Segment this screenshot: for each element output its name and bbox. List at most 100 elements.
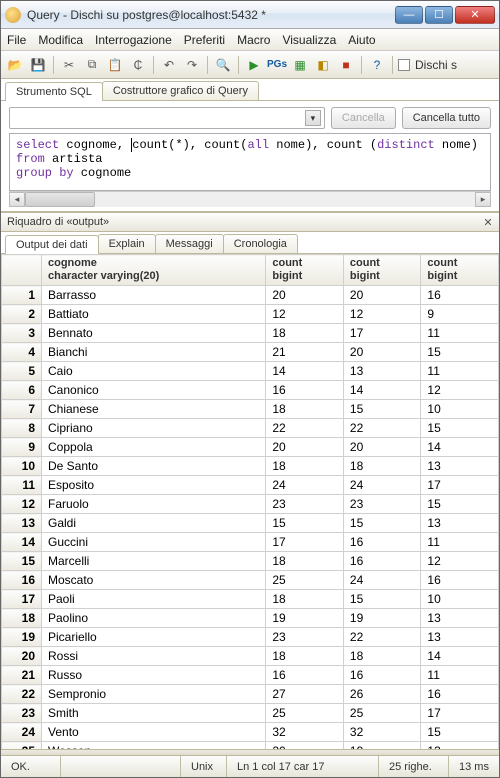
cell-count[interactable]: 10 <box>421 400 499 419</box>
cell-count[interactable]: 12 <box>266 305 344 324</box>
row-header[interactable]: 14 <box>2 533 42 552</box>
row-header[interactable]: 9 <box>2 438 42 457</box>
scroll-thumb[interactable] <box>25 192 95 207</box>
cell-count[interactable]: 18 <box>266 590 344 609</box>
row-header[interactable]: 21 <box>2 666 42 685</box>
undo-icon[interactable]: ↶ <box>159 55 179 75</box>
table-row[interactable]: 24Vento323215 <box>2 723 499 742</box>
history-combo[interactable]: ▾ <box>9 107 325 129</box>
table-row[interactable]: 5Caio141311 <box>2 362 499 381</box>
menu-query[interactable]: Interrogazione <box>95 33 172 47</box>
cell-count[interactable]: 22 <box>343 419 421 438</box>
cell-cognome[interactable]: Picariello <box>42 628 266 647</box>
cell-count[interactable]: 14 <box>421 438 499 457</box>
cell-count[interactable]: 13 <box>421 628 499 647</box>
cell-count[interactable]: 14 <box>421 647 499 666</box>
dropdown-icon[interactable]: ▾ <box>305 110 321 126</box>
tab-history[interactable]: Cronologia <box>223 234 298 253</box>
table-row[interactable]: 2Battiato12129 <box>2 305 499 324</box>
cell-count[interactable]: 20 <box>266 438 344 457</box>
cell-count[interactable]: 32 <box>266 723 344 742</box>
table-row[interactable]: 21Russo161611 <box>2 666 499 685</box>
row-header[interactable]: 15 <box>2 552 42 571</box>
cell-count[interactable]: 19 <box>343 609 421 628</box>
cell-cognome[interactable]: Bianchi <box>42 343 266 362</box>
cell-count[interactable]: 23 <box>343 495 421 514</box>
cell-cognome[interactable]: De Santo <box>42 457 266 476</box>
table-row[interactable]: 10De Santo181813 <box>2 457 499 476</box>
table-row[interactable]: 20Rossi181814 <box>2 647 499 666</box>
row-header[interactable]: 20 <box>2 647 42 666</box>
sql-editor[interactable]: select cognome, count(*), count(all nome… <box>9 133 491 191</box>
cell-count[interactable]: 15 <box>343 400 421 419</box>
menu-edit[interactable]: Modifica <box>38 33 83 47</box>
cell-count[interactable]: 13 <box>421 609 499 628</box>
cancel-exec-icon[interactable]: ■ <box>336 55 356 75</box>
row-header[interactable]: 11 <box>2 476 42 495</box>
menu-macros[interactable]: Macro <box>237 33 270 47</box>
cell-cognome[interactable]: Chianese <box>42 400 266 419</box>
cell-count[interactable]: 10 <box>421 590 499 609</box>
cell-count[interactable]: 22 <box>266 419 344 438</box>
cell-count[interactable]: 13 <box>421 514 499 533</box>
cell-cognome[interactable]: Canonico <box>42 381 266 400</box>
cell-count[interactable]: 23 <box>266 495 344 514</box>
execute-icon[interactable]: ▶ <box>244 55 264 75</box>
table-row[interactable]: 13Galdi151513 <box>2 514 499 533</box>
cell-count[interactable]: 18 <box>266 324 344 343</box>
cell-cognome[interactable]: Guccini <box>42 533 266 552</box>
find-icon[interactable]: 🔍 <box>213 55 233 75</box>
row-header[interactable]: 16 <box>2 571 42 590</box>
row-header[interactable]: 18 <box>2 609 42 628</box>
cell-cognome[interactable]: Marcelli <box>42 552 266 571</box>
cell-count[interactable]: 24 <box>343 571 421 590</box>
cell-count[interactable]: 16 <box>421 685 499 704</box>
cell-count[interactable]: 15 <box>266 514 344 533</box>
cell-count[interactable]: 11 <box>421 533 499 552</box>
execute-file-icon[interactable]: ▦ <box>290 55 310 75</box>
cell-count[interactable]: 16 <box>266 666 344 685</box>
scroll-track[interactable] <box>25 192 475 207</box>
cell-count[interactable]: 19 <box>266 609 344 628</box>
col-header-count3[interactable]: countbigint <box>421 255 499 286</box>
menu-file[interactable]: File <box>7 33 26 47</box>
cell-count[interactable]: 15 <box>421 343 499 362</box>
open-icon[interactable]: 📂 <box>5 55 25 75</box>
cell-count[interactable]: 32 <box>343 723 421 742</box>
table-row[interactable]: 19Picariello232213 <box>2 628 499 647</box>
delete-button[interactable]: Cancella <box>331 107 396 129</box>
cell-cognome[interactable]: Cipriano <box>42 419 266 438</box>
menu-help[interactable]: Aiuto <box>348 33 375 47</box>
execute-pgscript-icon[interactable]: PGs <box>267 55 287 75</box>
delete-all-button[interactable]: Cancella tutto <box>402 107 491 129</box>
cell-count[interactable]: 16 <box>343 666 421 685</box>
db-checkbox[interactable] <box>398 59 410 71</box>
cell-count[interactable]: 21 <box>266 343 344 362</box>
cell-count[interactable]: 12 <box>343 305 421 324</box>
table-row[interactable]: 16Moscato252416 <box>2 571 499 590</box>
cell-count[interactable]: 26 <box>343 685 421 704</box>
row-header[interactable]: 7 <box>2 400 42 419</box>
cell-count[interactable]: 11 <box>421 666 499 685</box>
cell-count[interactable]: 16 <box>421 571 499 590</box>
row-header[interactable]: 23 <box>2 704 42 723</box>
table-row[interactable]: 15Marcelli181612 <box>2 552 499 571</box>
cell-count[interactable]: 18 <box>266 647 344 666</box>
save-icon[interactable]: 💾 <box>28 55 48 75</box>
cell-cognome[interactable]: Smith <box>42 704 266 723</box>
cell-count[interactable]: 17 <box>421 476 499 495</box>
cell-count[interactable]: 20 <box>266 286 344 305</box>
cell-count[interactable]: 18 <box>266 400 344 419</box>
cell-cognome[interactable]: Vento <box>42 723 266 742</box>
table-row[interactable]: 9Coppola202014 <box>2 438 499 457</box>
close-button[interactable]: ✕ <box>455 6 495 24</box>
cell-count[interactable]: 9 <box>421 305 499 324</box>
corner-header[interactable] <box>2 255 42 286</box>
maximize-button[interactable]: ☐ <box>425 6 453 24</box>
row-header[interactable]: 13 <box>2 514 42 533</box>
cell-count[interactable]: 14 <box>343 381 421 400</box>
cell-count[interactable]: 18 <box>343 457 421 476</box>
cell-count[interactable]: 16 <box>421 286 499 305</box>
row-header[interactable]: 24 <box>2 723 42 742</box>
cell-count[interactable]: 11 <box>421 324 499 343</box>
